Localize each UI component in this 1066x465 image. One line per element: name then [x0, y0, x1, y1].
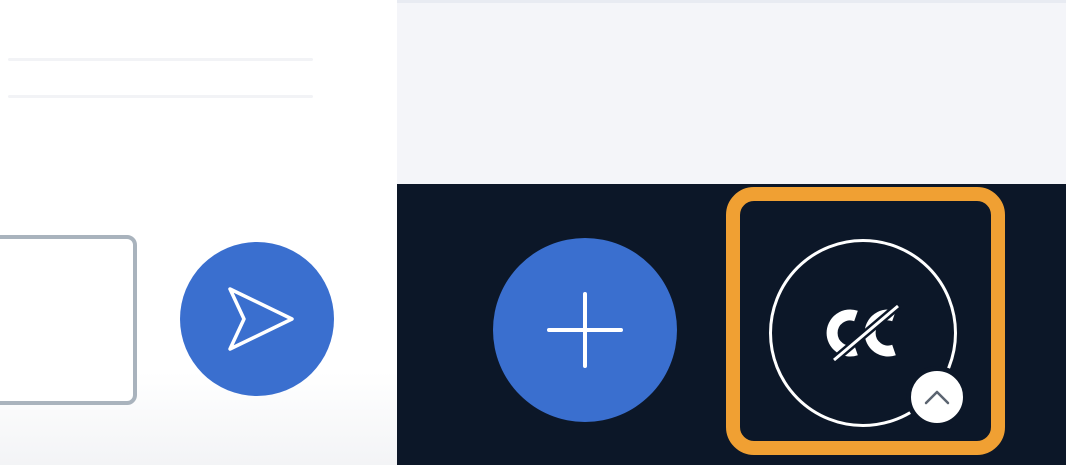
divider: [8, 95, 313, 98]
chat-composer-area: [0, 0, 397, 465]
message-input[interactable]: [0, 235, 137, 405]
add-button[interactable]: [493, 238, 677, 422]
closed-captions-off-icon: [826, 302, 901, 364]
send-button[interactable]: [180, 242, 334, 396]
chevron-up-icon: [924, 390, 950, 405]
call-panel: [397, 0, 1066, 465]
plus-icon: [547, 292, 623, 368]
call-toolbar: [397, 184, 1066, 465]
divider: [8, 58, 313, 61]
captions-options-button[interactable]: [906, 366, 968, 428]
video-area: [397, 0, 1066, 184]
app-screen: [0, 0, 1066, 465]
send-icon: [228, 287, 294, 351]
